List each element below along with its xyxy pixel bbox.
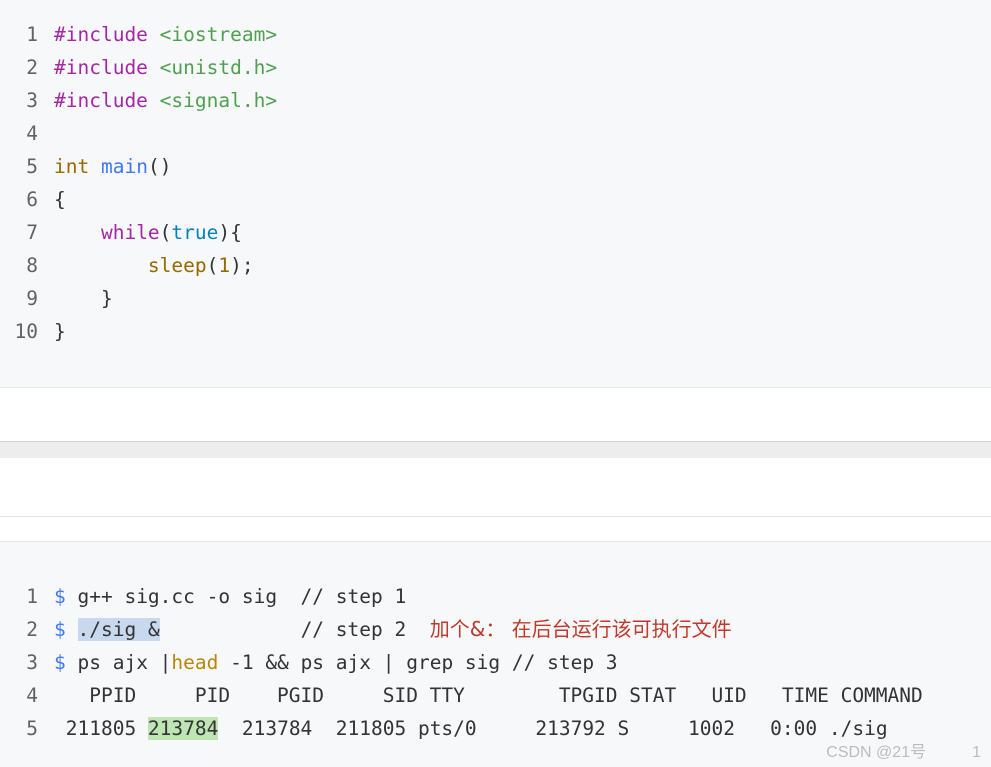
code-block-cpp: 1 #include <iostream> 2 #include <unistd.h… — [0, 0, 991, 388]
watermark-text: CSDN @21号 — [826, 744, 927, 761]
paren-semicolon: ); — [230, 254, 254, 277]
code-block-shell: 1 $ g++ sig.cc -o sig // step 1 2 $ ./sig … — [0, 541, 991, 767]
line-number: 1 — [26, 23, 38, 46]
annotation-note: 加个&： 在后台运行该可执行文件 — [429, 617, 732, 641]
command-text: // step 2 — [159, 618, 430, 641]
ps-header: PPID PID PGID SID TTY TPGID STAT UID TIM… — [54, 684, 923, 707]
line-number: 5 — [26, 717, 38, 740]
type-keyword: int — [54, 155, 90, 178]
code-line: 1 $ g++ sig.cc -o sig // step 1 — [0, 580, 406, 613]
line-number: 2 — [26, 618, 38, 641]
line-number: 1 — [26, 585, 38, 608]
brace: } — [100, 287, 113, 310]
code-line: 5 int main() — [0, 150, 171, 183]
spacer — [0, 458, 991, 517]
line-number: 8 — [26, 254, 38, 277]
line-number: 4 — [26, 122, 38, 145]
line-number: 5 — [26, 155, 38, 178]
code-line: 4 — [0, 117, 54, 150]
keyword: while — [100, 221, 160, 244]
code-line: 4 PPID PID PGID SID TTY TPGID STAT UID T… — [0, 679, 923, 712]
code-line: 2 $ ./sig & // step 2 加个&： 在后台运行该可执行文件 — [0, 613, 732, 646]
function-call: sleep — [147, 254, 207, 277]
parens: () — [147, 155, 172, 178]
code-line: 7 while(true){ — [0, 216, 242, 249]
pid-highlight: 213784 — [147, 717, 219, 740]
paren: ( — [206, 254, 219, 277]
paren-brace: ){ — [218, 221, 242, 244]
ps-row-text: 211805 — [54, 717, 148, 740]
command-text: ps ajx | — [65, 651, 172, 674]
preprocessor: #include — [54, 56, 148, 79]
preprocessor: #include — [54, 23, 148, 46]
watermark: CSDN @21号 1 — [826, 738, 981, 762]
watermark-tail: 1 — [972, 744, 981, 761]
bool-literal: true — [171, 221, 219, 244]
section-divider — [0, 441, 991, 459]
code-line: 3 #include <signal.h> — [0, 84, 277, 117]
prompt-symbol: $ — [54, 585, 66, 608]
selected-text: ./sig & — [77, 618, 160, 641]
command-text: g++ sig.cc -o sig // step 1 — [65, 585, 407, 608]
code-line: 3 $ ps ajx |head -1 && ps ajx | grep sig … — [0, 646, 618, 679]
line-number: 4 — [26, 684, 38, 707]
command-head: head — [171, 651, 219, 674]
prompt-symbol: $ — [54, 651, 66, 674]
code-line: 5 211805 213784 213784 211805 pts/0 2137… — [0, 712, 888, 745]
include-header: <iostream> — [159, 23, 278, 46]
spacer — [0, 388, 991, 441]
line-number: 3 — [26, 651, 38, 674]
code-line: 6{ — [0, 183, 66, 216]
brace: } — [54, 320, 66, 343]
include-header: <unistd.h> — [159, 56, 278, 79]
command-text: -1 && ps ajx | grep sig // step 3 — [218, 651, 618, 674]
line-number: 2 — [26, 56, 38, 79]
line-number: 7 — [26, 221, 38, 244]
paren: ( — [159, 221, 172, 244]
code-line: 10} — [0, 315, 66, 348]
line-number: 3 — [26, 89, 38, 112]
line-number: 10 — [14, 320, 38, 343]
code-line: 9 } — [0, 282, 113, 315]
code-line: 8 sleep(1); — [0, 249, 254, 282]
preprocessor: #include — [54, 89, 148, 112]
line-number: 6 — [26, 188, 38, 211]
code-line: 1 #include <iostream> — [0, 18, 277, 51]
code-line: 2 #include <unistd.h> — [0, 51, 277, 84]
brace: { — [54, 188, 66, 211]
prompt-symbol: $ — [54, 618, 66, 641]
function-name: main — [100, 155, 148, 178]
ps-row-text: 213784 211805 pts/0 213792 S 1002 0:00 .… — [218, 717, 888, 740]
number-literal: 1 — [218, 254, 231, 277]
line-number: 9 — [26, 287, 38, 310]
include-header: <signal.h> — [159, 89, 278, 112]
